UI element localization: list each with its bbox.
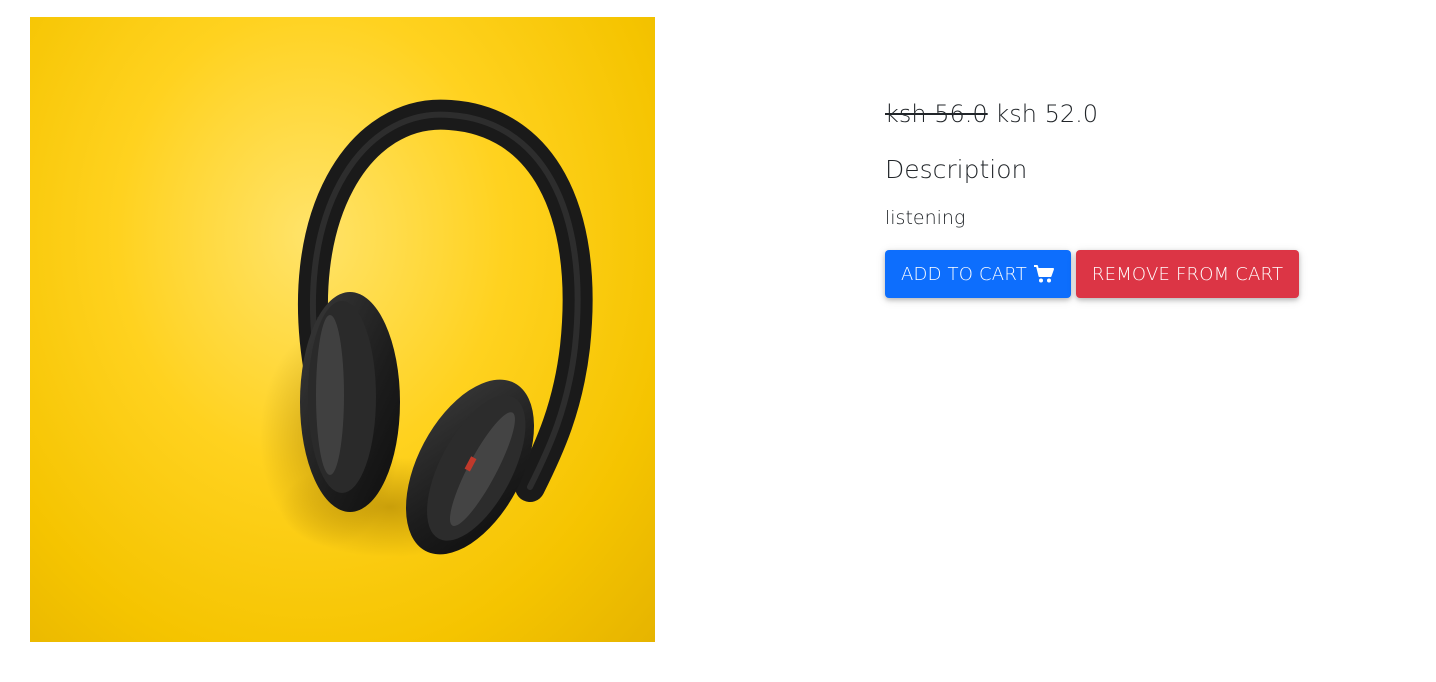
old-price: ksh 56.0 — [885, 100, 988, 128]
description-heading: Description — [885, 155, 1028, 184]
product-details: ksh 56.0 ksh 52.0 Description listening … — [885, 96, 1385, 298]
current-price: ksh 52.0 — [995, 100, 1099, 128]
cart-actions: ADD TO CART REMOVE FROM CART — [885, 250, 1385, 298]
add-to-cart-button[interactable]: ADD TO CART — [885, 250, 1071, 298]
add-to-cart-label: ADD TO CART — [901, 263, 1027, 285]
description-text: listening — [885, 207, 966, 229]
headphones-illustration — [260, 99, 593, 557]
remove-from-cart-label: REMOVE FROM CART — [1091, 263, 1284, 285]
shopping-cart-icon — [1033, 264, 1055, 284]
product-image — [30, 17, 655, 642]
remove-from-cart-button[interactable]: REMOVE FROM CART — [1075, 250, 1300, 298]
price-row: ksh 56.0 ksh 52.0 — [885, 96, 1385, 132]
product-detail-page: ksh 56.0 ksh 52.0 Description listening … — [0, 0, 1436, 682]
